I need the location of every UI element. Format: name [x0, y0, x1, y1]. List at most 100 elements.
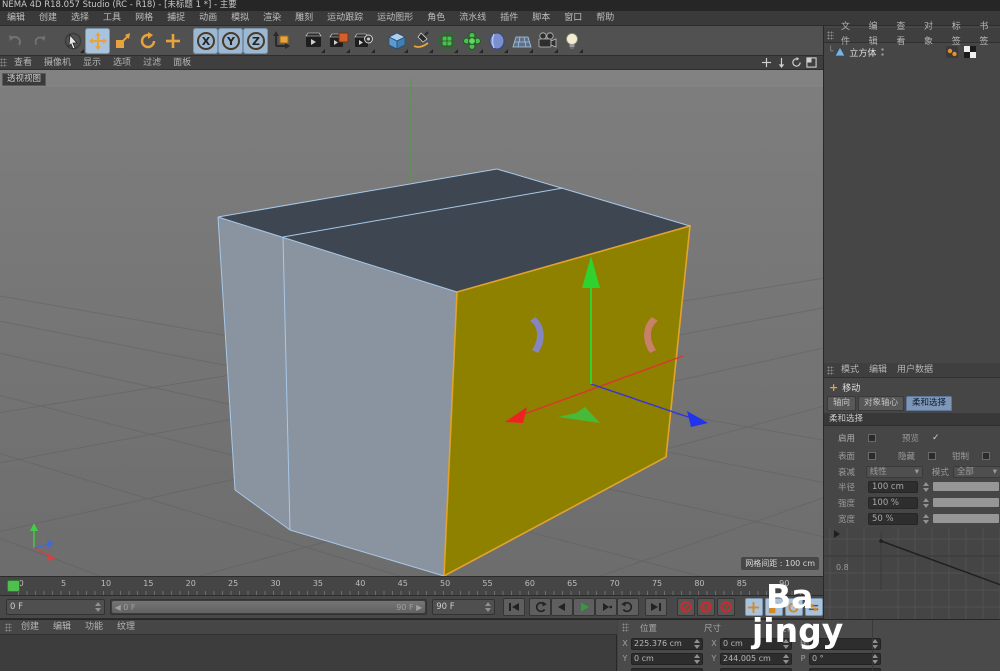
- am-menu-item[interactable]: 编辑: [865, 363, 891, 378]
- keyframe-selection-button[interactable]: ?: [716, 598, 735, 616]
- preview-checkbox[interactable]: ✓: [932, 433, 940, 442]
- current-frame-field[interactable]: 0 F: [6, 599, 105, 615]
- live-selection-icon[interactable]: [60, 28, 85, 54]
- strength-stepper[interactable]: [922, 497, 929, 508]
- pan-icon[interactable]: [761, 57, 772, 68]
- menu-item[interactable]: 创建: [32, 11, 64, 26]
- vp-menu-item[interactable]: 面板: [167, 56, 197, 70]
- camera-icon[interactable]: [534, 28, 559, 54]
- panel-grip[interactable]: [827, 30, 834, 40]
- menu-item[interactable]: 渲染: [256, 11, 288, 26]
- selection-tag[interactable]: [946, 46, 958, 58]
- radius-slider[interactable]: [933, 482, 999, 491]
- mat-menu-item[interactable]: 创建: [15, 620, 45, 635]
- frame-stepper[interactable]: [94, 602, 101, 612]
- radius-stepper[interactable]: [922, 481, 929, 492]
- soft-selection-section-header[interactable]: 柔和选择: [824, 413, 1000, 426]
- light-icon[interactable]: [559, 28, 584, 54]
- pos-x-stepper[interactable]: [693, 639, 700, 649]
- render-to-picture-icon[interactable]: [326, 28, 351, 54]
- move-icon[interactable]: [85, 27, 110, 54]
- menu-item[interactable]: 流水线: [452, 11, 493, 26]
- coordinate-system-icon[interactable]: [268, 28, 293, 54]
- mat-menu-item[interactable]: 功能: [79, 620, 109, 635]
- strength-slider[interactable]: [933, 498, 999, 507]
- deformer-icon[interactable]: [459, 28, 484, 54]
- z-axis-lock-icon[interactable]: Z: [243, 27, 268, 54]
- width-slider[interactable]: [933, 514, 999, 523]
- key-parameter-toggle[interactable]: [804, 598, 823, 616]
- tab-soft-selection[interactable]: 柔和选择: [906, 396, 953, 411]
- panel-grip[interactable]: [827, 365, 834, 375]
- timeline-ruler[interactable]: 0 5 10 15 20 25 30 35 40 45 50 55 60 65 70 75 80 85 90: [0, 576, 823, 596]
- menu-item[interactable]: 编辑: [0, 11, 32, 26]
- panel-grip[interactable]: [5, 622, 12, 632]
- end-frame-stepper[interactable]: [484, 602, 491, 612]
- rot-h-field[interactable]: [809, 638, 881, 650]
- menu-item[interactable]: 脚本: [525, 11, 557, 26]
- key-rotation-toggle[interactable]: [784, 598, 803, 616]
- vp-menu-item[interactable]: 选项: [107, 56, 137, 70]
- object-row[interactable]: └ 立方体: [824, 44, 1000, 60]
- key-scale-toggle[interactable]: [764, 598, 783, 616]
- volume-icon[interactable]: [484, 28, 509, 54]
- autokey-button[interactable]: [696, 598, 715, 616]
- size-x-stepper[interactable]: [782, 639, 789, 649]
- menu-item[interactable]: 动画: [192, 11, 224, 26]
- vp-menu-item[interactable]: 过滤: [137, 56, 167, 70]
- width-input[interactable]: 50 %: [868, 512, 918, 525]
- vp-menu-item[interactable]: 查看: [8, 56, 38, 70]
- pos-y-field[interactable]: 0 cm: [631, 653, 703, 665]
- object-name[interactable]: 立方体: [849, 46, 876, 59]
- play-backwards-button[interactable]: [550, 598, 573, 616]
- enable-checkbox[interactable]: [868, 433, 876, 442]
- width-stepper[interactable]: [922, 513, 929, 524]
- render-view-icon[interactable]: [301, 28, 326, 54]
- render-settings-icon[interactable]: [351, 28, 376, 54]
- menu-item[interactable]: 模拟: [224, 11, 256, 26]
- viewport[interactable]: 透视视图 网格间距 : 100 cm: [0, 70, 823, 576]
- size-y-field[interactable]: 244.005 cm: [720, 653, 792, 665]
- panel-grip[interactable]: [0, 58, 7, 67]
- mat-menu-item[interactable]: 编辑: [47, 620, 77, 635]
- cube-primitive-icon[interactable]: [384, 28, 409, 54]
- menu-item[interactable]: 运动跟踪: [320, 11, 370, 26]
- spline-pen-icon[interactable]: [409, 28, 434, 54]
- undo-icon[interactable]: [2, 28, 27, 54]
- falloff-dropdown[interactable]: 线性 ▾: [865, 465, 923, 478]
- viewport-canvas[interactable]: [0, 70, 823, 576]
- pos-y-stepper[interactable]: [693, 654, 700, 664]
- subdivision-surface-icon[interactable]: [434, 28, 459, 54]
- last-tool-icon[interactable]: [160, 28, 185, 54]
- current-frame-marker[interactable]: [7, 580, 20, 592]
- menu-item[interactable]: 网格: [128, 11, 160, 26]
- menu-item[interactable]: 帮助: [589, 11, 621, 26]
- y-axis-lock-icon[interactable]: Y: [218, 27, 243, 54]
- vp-menu-item[interactable]: 摄像机: [38, 56, 77, 70]
- tab-axis[interactable]: 轴向: [827, 396, 857, 411]
- uvw-tag[interactable]: [964, 46, 976, 58]
- radius-input[interactable]: 100 cm: [868, 480, 918, 493]
- goto-end-button[interactable]: [644, 598, 667, 616]
- key-position-toggle[interactable]: [744, 598, 763, 616]
- menu-item[interactable]: 角色: [420, 11, 452, 26]
- pos-x-field[interactable]: 225.376 cm: [631, 638, 703, 650]
- rotate-icon[interactable]: [135, 28, 160, 54]
- rot-p-field[interactable]: 0 °: [809, 653, 881, 665]
- vp-menu-item[interactable]: 显示: [77, 56, 107, 70]
- surface-checkbox[interactable]: [868, 451, 876, 460]
- visibility-toggles[interactable]: [880, 47, 885, 57]
- zoom-icon[interactable]: [776, 57, 787, 68]
- floor-icon[interactable]: [509, 28, 534, 54]
- am-menu-item[interactable]: 用户数据: [893, 363, 937, 378]
- menu-item[interactable]: 雕刻: [288, 11, 320, 26]
- falloff-curve-graph[interactable]: 0.8: [824, 528, 1000, 632]
- strength-input[interactable]: 100 %: [868, 496, 918, 509]
- redo-icon[interactable]: [27, 28, 52, 54]
- record-keyframe-button[interactable]: [676, 598, 695, 616]
- next-frame-button[interactable]: [594, 598, 617, 616]
- goto-start-button[interactable]: [502, 598, 525, 616]
- menu-item[interactable]: 选择: [64, 11, 96, 26]
- menu-item[interactable]: 窗口: [557, 11, 589, 26]
- am-menu-item[interactable]: 模式: [837, 363, 863, 378]
